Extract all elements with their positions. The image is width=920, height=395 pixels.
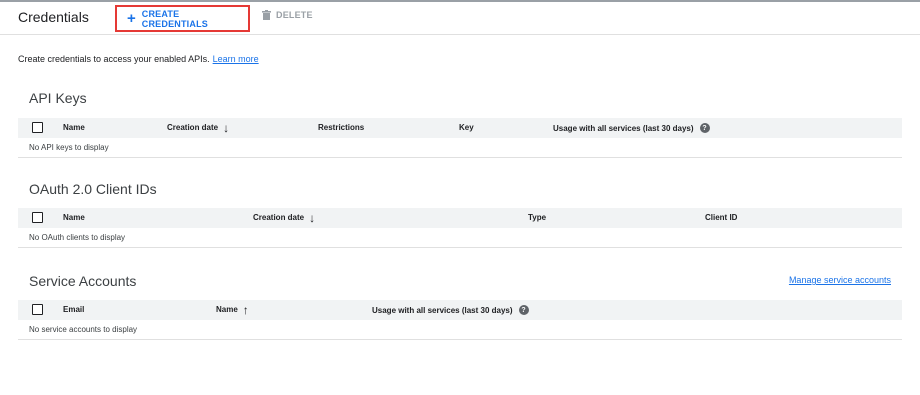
api-keys-empty-text: No API keys to display [29,143,109,152]
oauth-col-type-label: Type [528,213,547,222]
oauth-empty-row: No OAuth clients to display [18,228,902,248]
oauth-col-creation-date-label: Creation date [253,213,305,222]
api-keys-col-restrictions-label: Restrictions [318,123,365,132]
help-icon[interactable]: ? [699,123,710,133]
api-keys-table-header: Name Creation date ↓ Restrictions Key Usa… [18,118,902,138]
service-accounts-col-name[interactable]: Name ↑ [216,302,249,317]
api-keys-col-key[interactable]: Key [459,123,474,132]
service-accounts-col-email[interactable]: Email [63,305,84,314]
help-icon[interactable]: ? [518,305,529,315]
delete-button[interactable]: DELETE [262,10,313,20]
api-keys-col-restrictions[interactable]: Restrictions [318,123,364,132]
oauth-title: OAuth 2.0 Client IDs [29,181,157,197]
service-accounts-col-usage[interactable]: Usage with all services (last 30 days)? [372,305,529,315]
oauth-col-creation-date[interactable]: Creation date ↓ [253,210,316,225]
api-keys-col-creation-date-label: Creation date [167,123,219,132]
delete-label: DELETE [276,10,313,20]
oauth-empty-text: No OAuth clients to display [29,233,126,242]
api-keys-col-key-label: Key [459,123,474,132]
service-accounts-col-name-label: Name [216,305,238,314]
arrow-down-icon: ↓ [223,120,230,135]
plus-icon: + [127,10,136,27]
arrow-down-icon: ↓ [309,210,316,225]
learn-more-link[interactable]: Learn more [213,54,259,64]
oauth-col-client-id[interactable]: Client ID [705,213,737,222]
intro-description: Create credentials to access your enable… [18,54,210,64]
oauth-table-header: Name Creation date ↓ Type Client ID [18,208,902,228]
api-keys-col-usage[interactable]: Usage with all services (last 30 days)? [553,123,710,133]
page-title: Credentials [18,9,89,25]
service-accounts-empty-text: No service accounts to display [29,325,138,334]
service-accounts-col-email-label: Email [63,305,85,314]
api-keys-col-usage-label: Usage with all services (last 30 days) [553,123,694,133]
trash-icon [262,10,271,20]
oauth-col-client-id-label: Client ID [705,213,738,222]
oauth-col-type[interactable]: Type [528,213,546,222]
api-keys-empty-row: No API keys to display [18,138,902,158]
manage-service-accounts-link[interactable]: Manage service accounts [789,275,891,285]
api-keys-title: API Keys [29,90,87,106]
intro-text: Create credentials to access your enable… [18,54,259,64]
create-credentials-label: CREATE CREDENTIALS [141,8,208,29]
api-keys-col-creation-date[interactable]: Creation date ↓ [167,120,230,135]
service-accounts-col-usage-label: Usage with all services (last 30 days) [372,305,513,315]
arrow-up-icon: ↑ [242,302,249,317]
create-credentials-button[interactable]: + CREATE CREDENTIALS [115,5,250,32]
header-bar: Credentials + CREATE CREDENTIALS DELETE [0,2,920,35]
service-accounts-empty-row: No service accounts to display [18,320,902,340]
service-accounts-table-header: Email Name ↑ Usage with all services (las… [18,300,902,320]
api-keys-col-name[interactable]: Name [63,123,85,132]
oauth-select-all-checkbox[interactable] [32,212,43,223]
service-accounts-select-all-checkbox[interactable] [32,304,43,315]
api-keys-select-all-checkbox[interactable] [32,122,43,133]
service-accounts-title: Service Accounts [29,273,137,289]
oauth-col-name[interactable]: Name [63,213,85,222]
api-keys-col-name-label: Name [63,123,85,132]
oauth-col-name-label: Name [63,213,85,222]
